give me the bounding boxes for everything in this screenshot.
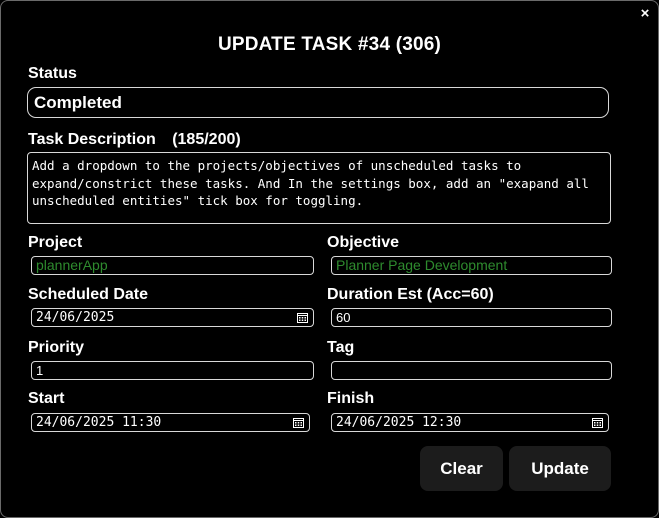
project-select[interactable]: plannerApp (31, 256, 314, 275)
finish-datetime-input[interactable]: 24/06/2025 12:30 (331, 413, 609, 432)
finish-datetime-value: 24/06/2025 12:30 (336, 415, 462, 430)
description-textarea[interactable]: Add a dropdown to the projects/objective… (27, 152, 611, 224)
scheduled-date-input[interactable]: 24/06/2025 (31, 308, 314, 327)
calendar-icon[interactable] (592, 417, 603, 428)
calendar-icon[interactable] (293, 417, 304, 428)
priority-input[interactable]: 1 (31, 361, 314, 380)
tag-label: Tag (327, 339, 355, 356)
priority-label: Priority (28, 339, 85, 356)
finish-label: Finish (327, 390, 375, 407)
dialog-title: UPDATE TASK #34 (306) (217, 34, 442, 55)
scheduled-date-label: Scheduled Date (28, 286, 149, 303)
start-datetime-input[interactable]: 24/06/2025 11:30 (31, 413, 310, 432)
description-char-count: (185/200) (172, 131, 241, 148)
status-label: Status (28, 65, 77, 82)
update-task-dialog: × UPDATE TASK #34 (306) Status Completed… (0, 0, 659, 518)
close-icon[interactable]: × (638, 6, 652, 21)
duration-label: Duration Est (Acc=60) (327, 286, 494, 303)
tag-input[interactable] (331, 361, 612, 380)
start-label: Start (28, 390, 65, 407)
duration-input[interactable]: 60 (331, 308, 612, 327)
description-label: Task Description (185/200) (28, 131, 241, 149)
calendar-icon[interactable] (297, 312, 308, 323)
objective-select[interactable]: Planner Page Development (331, 256, 612, 275)
start-datetime-value: 24/06/2025 11:30 (36, 415, 162, 430)
description-label-text: Task Description (28, 131, 156, 148)
clear-button[interactable]: Clear (420, 446, 503, 491)
status-select[interactable]: Completed (27, 87, 609, 118)
project-label: Project (28, 234, 83, 251)
scheduled-date-value: 24/06/2025 (36, 310, 115, 325)
update-button[interactable]: Update (509, 446, 611, 491)
objective-label: Objective (327, 234, 400, 251)
